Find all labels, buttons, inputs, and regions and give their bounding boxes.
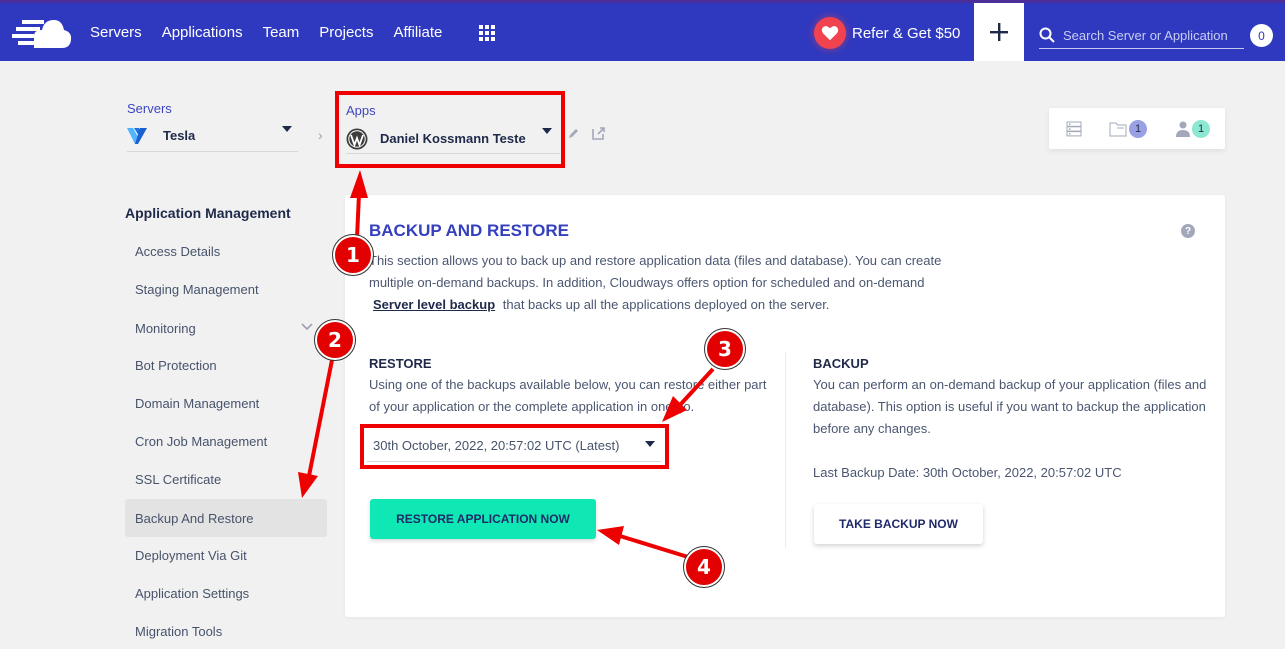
cloudways-logo[interactable] <box>12 16 72 50</box>
main-nav: Servers Applications Team Projects Affil… <box>90 3 462 61</box>
sidebar-item-migration-tools[interactable]: Migration Tools <box>125 612 327 649</box>
app-name: Daniel Kossmann Teste <box>380 131 526 146</box>
top-navbar: Servers Applications Team Projects Affil… <box>0 0 1285 61</box>
page-title: BACKUP AND RESTORE <box>369 221 569 240</box>
refer-label: Refer & Get $50 <box>852 24 961 42</box>
sidebar-item-ssl-certificate[interactable]: SSL Certificate <box>125 460 327 498</box>
refer-button[interactable]: Refer & Get $50 <box>814 17 960 49</box>
wordpress-icon <box>346 128 368 149</box>
restore-application-button[interactable]: RESTORE APPLICATION NOW <box>370 499 596 539</box>
section-description: This section allows you to back up and r… <box>369 250 969 316</box>
annotation-marker-1: 1 <box>332 234 374 276</box>
sidebar-item-access-details[interactable]: Access Details <box>125 232 327 270</box>
stats-card: 1 1 <box>1049 108 1225 149</box>
backup-heading: BACKUP <box>813 356 869 371</box>
sidebar-item-staging-management[interactable]: Staging Management <box>125 270 327 308</box>
pencil-icon[interactable] <box>568 127 580 139</box>
backup-description: You can perform an on-demand backup of y… <box>813 377 1207 436</box>
search-box <box>1039 22 1244 49</box>
sidebar-item-application-settings[interactable]: Application Settings <box>125 574 327 612</box>
sidebar-item-cron-job-management[interactable]: Cron Job Management <box>125 422 327 460</box>
chevron-down-icon <box>542 128 552 134</box>
chevron-down-icon[interactable] <box>301 323 313 331</box>
column-divider <box>785 352 786 548</box>
server-list-icon <box>1066 121 1082 137</box>
nav-projects[interactable]: Projects <box>319 24 373 41</box>
apps-count-badge: 1 <box>1129 120 1147 138</box>
user-icon <box>1176 121 1190 137</box>
apps-grid-icon[interactable] <box>479 25 495 41</box>
breadcrumb-separator-icon: › <box>318 127 323 143</box>
description-text: This section allows you to back up and r… <box>369 253 942 290</box>
nav-affiliate[interactable]: Affiliate <box>393 24 442 41</box>
chevron-down-icon <box>645 441 655 447</box>
backup-date-select[interactable]: 30th October, 2022, 20:57:02 UTC (Latest… <box>367 430 661 462</box>
help-icon[interactable]: ? <box>1181 224 1195 238</box>
search-input[interactable] <box>1063 27 1243 43</box>
take-backup-button[interactable]: TAKE BACKUP NOW <box>814 504 983 544</box>
sidebar-title: Application Management <box>125 205 291 221</box>
folder-icon <box>1109 122 1127 136</box>
servers-label: Servers <box>127 101 172 116</box>
annotation-marker-3: 3 <box>704 328 746 370</box>
sidebar-item-bot-protection[interactable]: Bot Protection <box>125 346 327 384</box>
nav-team[interactable]: Team <box>263 24 300 41</box>
sidebar-item-monitoring[interactable]: Monitoring <box>125 309 327 347</box>
chevron-down-icon <box>282 126 292 132</box>
server-selector[interactable]: Tesla <box>127 120 298 152</box>
sidebar-item-backup-and-restore[interactable]: Backup And Restore <box>125 499 327 537</box>
server-name: Tesla <box>163 128 196 143</box>
heart-icon <box>814 17 846 49</box>
selected-backup: 30th October, 2022, 20:57:02 UTC (Latest… <box>373 438 620 453</box>
server-stat[interactable] <box>1066 121 1082 137</box>
add-button[interactable] <box>974 3 1024 61</box>
users-stat[interactable]: 1 <box>1176 120 1210 138</box>
vultr-icon <box>127 127 147 144</box>
app-selector[interactable]: Daniel Kossmann Teste <box>346 124 560 154</box>
last-backup-date: Last Backup Date: 30th October, 2022, 20… <box>813 465 1122 480</box>
external-link-icon[interactable] <box>592 126 606 140</box>
apps-stat[interactable]: 1 <box>1109 120 1147 138</box>
backup-restore-card: BACKUP AND RESTORE ? This section allows… <box>345 195 1225 617</box>
search-icon <box>1039 27 1055 43</box>
annotation-marker-4: 4 <box>683 546 725 588</box>
server-level-backup-link[interactable]: Server level backup <box>373 297 495 312</box>
annotation-marker-2: 2 <box>314 319 356 361</box>
plus-icon <box>990 23 1008 41</box>
users-count-badge: 1 <box>1192 120 1210 138</box>
nav-applications[interactable]: Applications <box>162 24 243 41</box>
restore-description: Using one of the backups available below… <box>369 377 767 414</box>
sidebar-item-deployment-via-git[interactable]: Deployment Via Git <box>125 536 327 574</box>
nav-servers[interactable]: Servers <box>90 24 142 41</box>
sidebar-item-domain-management[interactable]: Domain Management <box>125 384 327 422</box>
description-text-end: that backs up all the applications deplo… <box>502 297 830 312</box>
apps-label: Apps <box>346 103 376 118</box>
restore-heading: RESTORE <box>369 356 432 371</box>
notification-badge[interactable]: 0 <box>1250 24 1273 47</box>
